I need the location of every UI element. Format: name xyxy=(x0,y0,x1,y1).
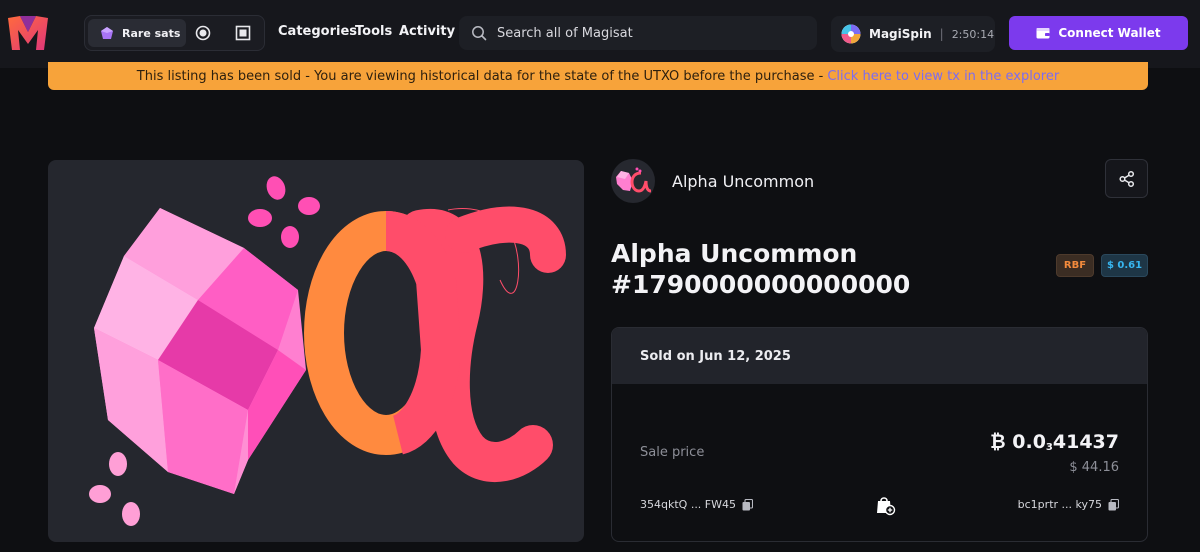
magispin-icon xyxy=(841,24,861,44)
search-bar[interactable] xyxy=(459,16,817,50)
seller-address-text: 354qktQ ... FW45 xyxy=(640,498,737,511)
circle-filter-button[interactable] xyxy=(186,19,220,47)
rare-sats-tab[interactable]: Rare sats xyxy=(88,19,186,47)
btc-digits: 41437 xyxy=(1052,431,1119,453)
item-title-name: Alpha Uncommon xyxy=(611,239,858,268)
bag-icon xyxy=(877,497,896,516)
square-filter-icon xyxy=(235,25,251,41)
copy-icon[interactable] xyxy=(742,498,754,511)
magispin-timer: 2:50:14 xyxy=(951,27,995,41)
search-input[interactable] xyxy=(497,25,797,41)
seller-address: 354qktQ ... FW45 xyxy=(640,498,754,511)
fee-badge: $ 0.61 xyxy=(1101,254,1148,277)
sold-date: Sold on Jun 12, 2025 xyxy=(612,328,1147,384)
circle-filter-icon xyxy=(195,25,211,41)
rare-sats-label: Rare sats xyxy=(122,26,181,40)
share-icon xyxy=(1118,170,1134,187)
magispin-label: MagiSpin xyxy=(869,27,932,41)
item-artwork xyxy=(48,160,584,542)
collection-avatar[interactable] xyxy=(611,159,655,203)
wallet-icon xyxy=(1036,28,1050,39)
square-filter-button[interactable] xyxy=(226,19,260,47)
connect-wallet-label: Connect Wallet xyxy=(1058,26,1161,40)
connect-wallet-button[interactable]: Connect Wallet xyxy=(1009,16,1188,50)
sale-price-btc: ₿ 0.0341437 xyxy=(990,431,1119,454)
sale-card: Sold on Jun 12, 2025 Sale price ₿ 0.0341… xyxy=(611,327,1148,542)
share-button[interactable] xyxy=(1105,159,1148,198)
collection-logo-icon xyxy=(616,167,652,193)
sold-notice-banner: This listing has been sold - You are vie… xyxy=(48,62,1148,90)
nav-categories[interactable]: Categories xyxy=(278,24,357,39)
btc-prefix: ₿ 0.0 xyxy=(990,431,1046,453)
view-tx-link[interactable]: Click here to view tx in the explorer xyxy=(827,69,1059,84)
top-header: Rare sats Categories Tools Activity Sear… xyxy=(0,0,1200,68)
view-filter-group: Rare sats xyxy=(84,15,265,51)
sale-price-label: Sale price xyxy=(640,445,705,460)
nav-activity[interactable]: Activity xyxy=(399,24,455,39)
search-icon xyxy=(472,26,487,41)
sold-notice-text: This listing has been sold - You are vie… xyxy=(136,68,824,84)
buyer-address: bc1prtr ... ky75 xyxy=(1018,498,1119,511)
rbf-badge: RBF xyxy=(1056,254,1094,277)
alpha-uncommon-image xyxy=(89,176,566,526)
magisat-logo[interactable] xyxy=(6,14,50,52)
item-title-number: #1790000000000000 xyxy=(611,270,911,299)
item-title: Alpha Uncommon #1790000000000000 xyxy=(611,238,910,300)
buyer-address-text: bc1prtr ... ky75 xyxy=(1017,498,1102,511)
magispin-separator: | xyxy=(939,27,944,41)
collection-name[interactable]: Alpha Uncommon xyxy=(672,172,814,191)
magispin-button[interactable]: MagiSpin | 2:50:14 xyxy=(831,16,995,52)
gem-icon xyxy=(101,27,113,39)
sale-price-usd: $ 44.16 xyxy=(1069,460,1119,475)
copy-icon[interactable] xyxy=(1108,498,1119,511)
nav-tools[interactable]: Tools xyxy=(355,24,392,39)
btc-zero-count: 3 xyxy=(1045,442,1053,453)
